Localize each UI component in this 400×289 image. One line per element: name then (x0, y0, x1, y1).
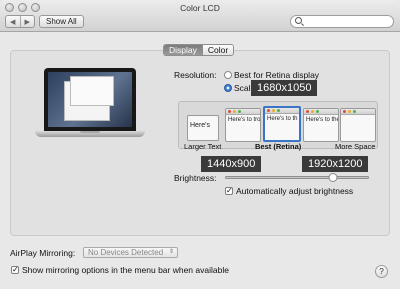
tooltip-1440x900: 1440x900 (201, 156, 262, 172)
larger-text-label: Larger Text (184, 142, 222, 151)
mirroring-label: Show mirroring options in the menu bar w… (22, 265, 229, 275)
best-retina-label: Best (Retina) (255, 142, 302, 151)
help-button[interactable]: ? (375, 265, 388, 278)
auto-brightness-checkbox[interactable]: ✓ (225, 187, 233, 195)
scale-option-4[interactable]: Here's to the troublemakers (303, 108, 339, 142)
tab-display[interactable]: Display (164, 45, 202, 55)
show-all-button[interactable]: Show All (39, 15, 84, 28)
resolution-label: Resolution: (174, 70, 217, 80)
nav-buttons: ◀ ▶ (5, 15, 35, 28)
best-for-retina-label: Best for Retina display (234, 70, 320, 80)
laptop-illustration (35, 68, 145, 140)
airplay-label: AirPlay Mirroring: (10, 248, 76, 258)
back-arrow-icon[interactable]: ◀ (6, 16, 20, 27)
system-preferences-window: Color LCD ◀ ▶ Show All Display Color Res… (0, 0, 400, 289)
brightness-label: Brightness: (174, 173, 217, 183)
scale-option-larger-text[interactable]: Here's (187, 115, 219, 141)
toolbar: Color LCD ◀ ▶ Show All (0, 0, 400, 32)
brightness-slider[interactable] (225, 173, 369, 182)
airplay-select[interactable]: No Devices Detected ⇕ (83, 247, 178, 258)
slider-knob[interactable] (328, 173, 337, 182)
scale-option-more-space[interactable] (340, 108, 376, 142)
tab-color[interactable]: Color (201, 45, 234, 55)
tooltip-1680x1050: 1680x1050 (251, 80, 318, 96)
radio-scaled[interactable] (224, 84, 232, 92)
search-input[interactable] (290, 15, 394, 28)
auto-brightness-label: Automatically adjust brightness (236, 186, 354, 196)
tooltip-1920x1200: 1920x1200 (302, 156, 369, 172)
more-space-label: More Space (335, 142, 376, 151)
scale-option-best-retina[interactable]: Here's to th troublemak (263, 106, 301, 142)
airplay-value: No Devices Detected (88, 248, 164, 257)
radio-best-for-retina[interactable] (224, 71, 232, 79)
window-title: Color LCD (180, 3, 220, 13)
forward-arrow-icon[interactable]: ▶ (19, 16, 35, 27)
mirroring-checkbox[interactable]: ✓ (11, 266, 19, 274)
popup-arrow-icon: ⇕ (168, 249, 174, 255)
scale-option-2[interactable]: Here's to troublema (225, 108, 261, 142)
tab-bar: Display Color (163, 44, 235, 56)
search-icon (295, 17, 302, 24)
